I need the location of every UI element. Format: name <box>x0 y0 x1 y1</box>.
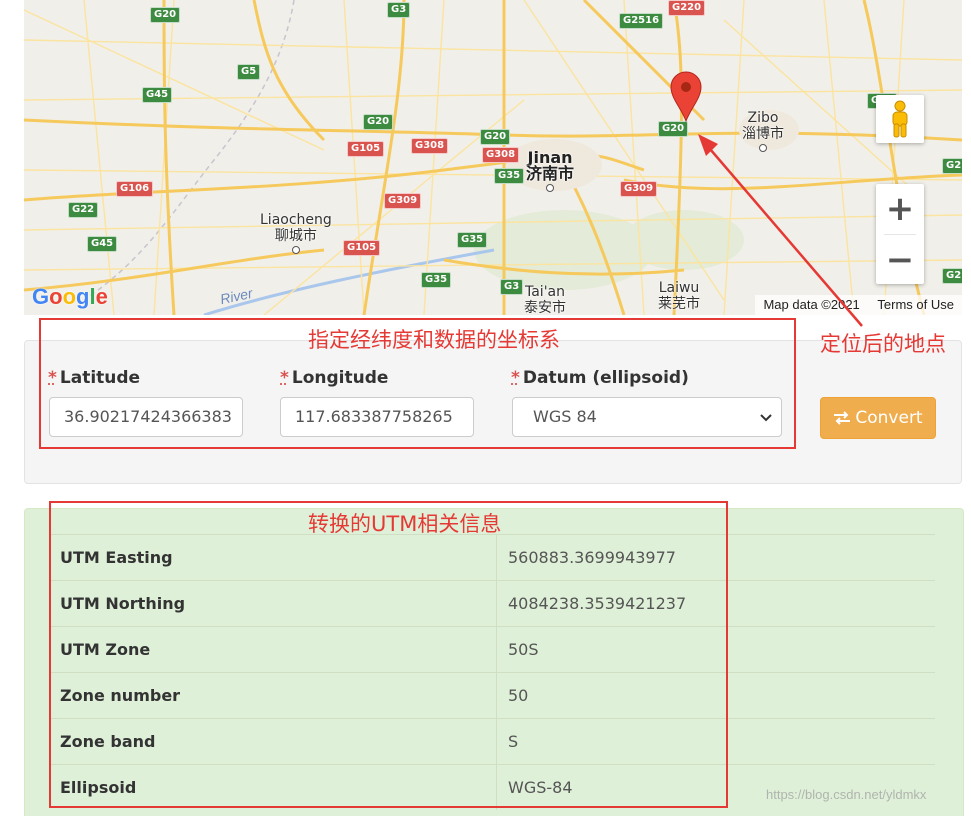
city-name-en: Liaocheng <box>260 212 332 228</box>
city-dot-icon <box>546 184 554 192</box>
road-shield: G22 <box>68 202 98 218</box>
logo-letter: o <box>63 284 76 309</box>
road-shield: G308 <box>411 138 448 154</box>
road-shield: G45 <box>142 87 172 103</box>
road-shield: G20 <box>480 129 510 145</box>
road-shield: G308 <box>482 147 519 163</box>
road-shield: G45 <box>87 236 117 252</box>
road-shield: G3 <box>387 2 410 18</box>
road-shield: G35 <box>421 272 451 288</box>
road-shield: G309 <box>620 181 657 197</box>
city-name-en: Zibo <box>748 110 779 126</box>
input-annotation-text: 指定经纬度和数据的坐标系 <box>308 324 560 354</box>
road-shield: G105 <box>343 240 380 256</box>
map-marker-icon[interactable] <box>669 70 703 122</box>
road-shield: G20 <box>658 121 688 137</box>
road-shield: G105 <box>347 141 384 157</box>
road-shield: G3 <box>500 279 523 295</box>
result-annotation-box <box>49 501 728 808</box>
road-shield: G5 <box>237 64 260 80</box>
zoom-control: + − <box>876 184 924 284</box>
terms-of-use-link[interactable]: Terms of Use <box>877 297 954 312</box>
road-shield: G2516 <box>619 13 663 29</box>
city-name-zh: 聊城市 <box>275 228 317 244</box>
road-shield: G20 <box>150 7 180 23</box>
zoom-in-button[interactable]: + <box>876 184 924 234</box>
city-name-en: Tai'an <box>525 284 565 300</box>
logo-letter: e <box>96 284 108 309</box>
watermark: https://blog.csdn.net/yldmkx <box>766 787 926 802</box>
city-label-liaocheng: Liaocheng 聊城市 <box>260 212 332 254</box>
city-label-jinan: Jinan 济南市 <box>526 150 574 192</box>
pegman-icon <box>876 95 924 143</box>
google-logo: Google <box>32 284 108 310</box>
logo-letter: o <box>49 284 62 309</box>
swap-arrows-icon <box>833 410 851 426</box>
road-shield: G2 <box>942 268 962 284</box>
zoom-out-button[interactable]: − <box>876 235 924 285</box>
road-shield: G220 <box>668 0 705 16</box>
marker-annotation-text: 定位后的地点 <box>820 328 946 358</box>
road-shield: G2 <box>942 158 962 174</box>
street-view-pegman-button[interactable] <box>876 95 924 143</box>
road-shield: G106 <box>116 181 153 197</box>
annotation-arrow-icon <box>690 130 870 330</box>
road-shield: G35 <box>457 232 487 248</box>
logo-letter: G <box>32 284 49 309</box>
logo-letter: g <box>76 284 89 309</box>
convert-button[interactable]: Convert <box>820 397 936 439</box>
city-name-zh: 泰安市 <box>524 300 566 315</box>
city-name-zh: 济南市 <box>526 164 574 183</box>
city-label-taian: Tai'an 泰安市 <box>524 284 566 315</box>
road-shield: G309 <box>384 193 421 209</box>
road-shield: G35 <box>494 168 524 184</box>
convert-button-label: Convert <box>855 408 922 428</box>
city-dot-icon <box>292 246 300 254</box>
road-shield: G20 <box>363 114 393 130</box>
result-annotation-text: 转换的UTM相关信息 <box>308 508 501 538</box>
